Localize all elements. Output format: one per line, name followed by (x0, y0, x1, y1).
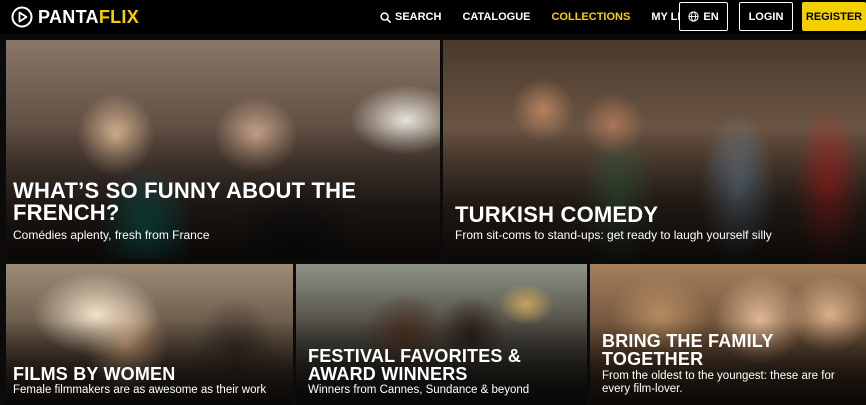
collection-subtitle: Female filmmakers are as awesome as thei… (13, 384, 267, 396)
language-label: EN (703, 10, 719, 23)
collection-tile-turkish-comedy[interactable]: TURKISH COMEDY From sit-coms to stand-up… (443, 40, 866, 259)
pantaflix-logo[interactable]: PANTAFLIX (11, 0, 139, 34)
search-icon (380, 11, 391, 23)
nav-catalogue[interactable]: CATALOGUE (462, 0, 530, 34)
collection-subtitle: From the oldest to the youngest: these a… (602, 370, 835, 396)
main-nav: SEARCH CATALOGUE COLLECTIONS MY LISTS (380, 0, 702, 34)
nav-search-label: SEARCH (395, 11, 442, 23)
collection-tile-french-comedy[interactable]: WHAT’S SO FUNNY ABOUT THE FRENCH? Comédi… (6, 40, 440, 259)
login-button[interactable]: LOGIN (739, 2, 793, 31)
nav-search[interactable]: SEARCH (380, 0, 441, 34)
logo-text: PANTAFLIX (38, 7, 139, 28)
top-navigation-bar: PANTAFLIX SEARCH CATALOGUE COLLECTIONS M… (0, 0, 866, 34)
globe-icon (688, 11, 699, 22)
register-button[interactable]: REGISTER (802, 2, 866, 31)
nav-collections[interactable]: COLLECTIONS (551, 0, 630, 34)
collection-tile-festival-favorites[interactable]: FESTIVAL FAVORITES & AWARD WINNERS Winne… (296, 264, 587, 405)
collection-subtitle: From sit-coms to stand-ups: get ready to… (455, 228, 772, 242)
collection-tile-bring-family-together[interactable]: BRING THE FAMILY TOGETHER From the oldes… (590, 264, 866, 405)
collection-subtitle: Winners from Cannes, Sundance & beyond (308, 384, 530, 396)
collection-title: FESTIVAL FAVORITES & AWARD WINNERS (308, 346, 522, 384)
collection-title: FILMS BY WOMEN (13, 364, 176, 384)
collection-title: TURKISH COMEDY (455, 202, 659, 227)
play-circle-icon (11, 6, 33, 28)
logo-text-flix: FLIX (98, 6, 140, 27)
collection-subtitle: Comédies aplenty, fresh from France (13, 228, 210, 242)
collection-tile-films-by-women[interactable]: FILMS BY WOMEN Female filmmakers are as … (6, 264, 293, 405)
language-button[interactable]: EN (679, 2, 728, 31)
collection-title: WHAT’S SO FUNNY ABOUT THE FRENCH? (13, 178, 357, 225)
logo-text-panta: PANTA (38, 6, 99, 27)
collection-title: BRING THE FAMILY TOGETHER (602, 331, 774, 369)
